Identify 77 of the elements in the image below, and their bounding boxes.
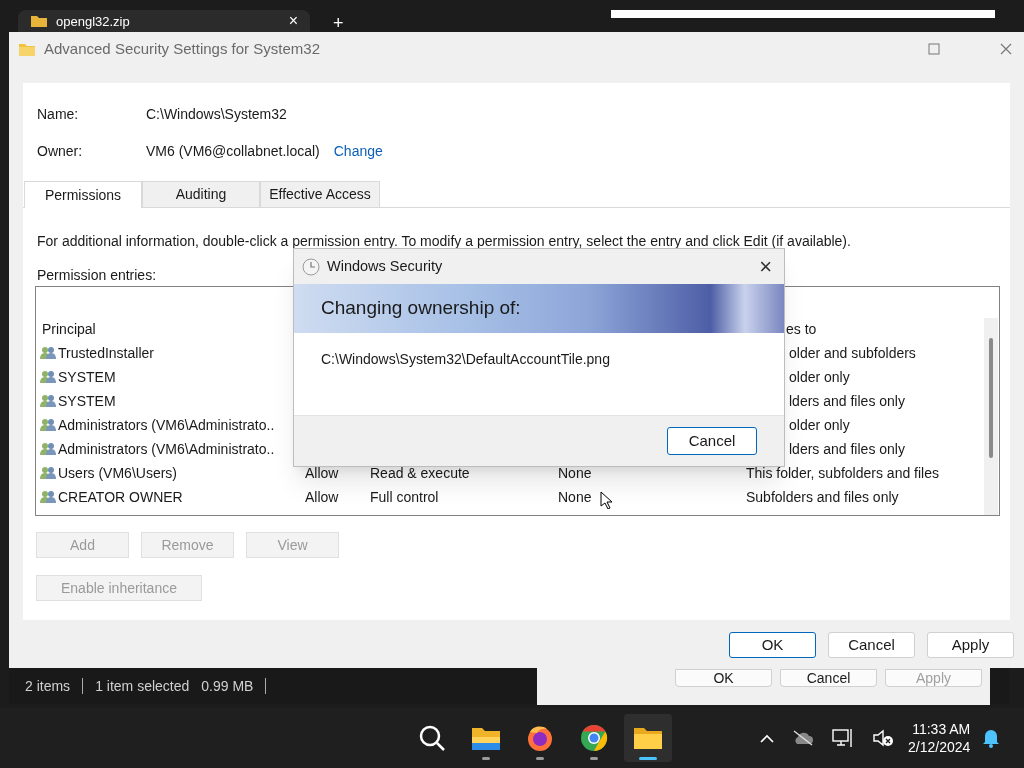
table-cell-text: older only (789, 415, 850, 435)
change-link[interactable]: Change (333, 140, 383, 162)
bell-icon (982, 728, 1001, 748)
tab-title: opengl32.zip (56, 14, 131, 28)
tab[interactable]: Effective Access (260, 181, 380, 207)
folder-icon (471, 725, 501, 751)
table-cell-text: older only (789, 367, 850, 387)
taskbar-app[interactable] (624, 714, 672, 762)
column-header: es to (786, 319, 817, 339)
close-icon (1000, 43, 1012, 55)
table-cell-text: lders and files only (789, 391, 905, 411)
field-label: Owner: (37, 141, 84, 161)
table-cell-text: SYSTEM (58, 391, 116, 411)
section-label: Permission entries: (37, 266, 157, 285)
table-cell-text: Administrators (VM6\Administrato.. (58, 439, 275, 459)
table-cell-text: CREATOR OWNER (58, 487, 183, 507)
table-cell-text: Subfolders and files only (746, 487, 899, 507)
clock-time: 11:33 AM (912, 720, 971, 738)
file-path: C:\Windows\System32\DefaultAccountTile.png (321, 351, 610, 367)
dialog-button[interactable]: OK (675, 669, 772, 687)
browser-icon (580, 724, 608, 752)
users-icon (40, 490, 56, 504)
scrollbar[interactable] (984, 318, 998, 515)
tab[interactable]: Permissions (24, 181, 142, 208)
table-cell: Allow (305, 464, 339, 481)
cloud-off-icon (792, 730, 814, 746)
browser-tab[interactable]: opengl32.zip × (18, 10, 310, 32)
folder-icon (18, 41, 36, 57)
footer-button[interactable]: Apply (927, 632, 1014, 658)
field-value: VM6 (VM6@collabnet.local) (146, 141, 320, 161)
new-tab-icon[interactable]: + (333, 14, 344, 32)
table-cell-text: SYSTEM (58, 367, 116, 387)
table-cell-text: lders and files only (789, 439, 905, 459)
footer-button[interactable]: OK (729, 632, 816, 658)
dialog-heading: Changing ownership of: (321, 296, 521, 321)
speaker-muted-icon (872, 728, 894, 748)
close-icon[interactable]: × (288, 13, 298, 29)
footer-button[interactable]: Cancel (828, 632, 915, 658)
status-text: 2 items (25, 676, 71, 696)
search-icon (418, 724, 446, 752)
status-text: 1 item selected (95, 676, 190, 696)
clock-icon (302, 257, 320, 276)
users-icon (40, 418, 56, 432)
column-header: Principal (41, 319, 97, 339)
tab[interactable]: Auditing (142, 181, 260, 207)
folder-icon (30, 14, 48, 28)
users-icon (40, 466, 56, 480)
table-cell: Allow (305, 488, 339, 505)
table-cell-text: This folder, subfolders and files (746, 463, 939, 483)
table-cell: Read & execute (370, 464, 470, 481)
table-cell-text: Users (VM6\Users) (58, 463, 177, 483)
field-value: C:\Windows\System32 (146, 104, 287, 124)
table-cell-text: older and subfolders (789, 343, 916, 363)
close-icon[interactable]: × (759, 255, 772, 278)
info-text: For additional information, double-click a permission entry. To modify a permission entry, select the entry and click Edit (if available). (37, 232, 851, 251)
dialog-button[interactable]: Cancel (780, 669, 877, 687)
field-label: Name: (37, 104, 80, 124)
maximize-icon (928, 43, 940, 55)
mouse-cursor-icon (600, 491, 612, 509)
users-icon (40, 442, 56, 456)
dialog-title: Windows Security (327, 256, 444, 276)
browser-icon (526, 724, 554, 752)
network-icon (832, 728, 854, 748)
users-icon (40, 394, 56, 408)
users-icon (40, 346, 56, 360)
clock-date: 2/12/2024 (908, 738, 971, 756)
users-icon (40, 370, 56, 384)
folder-icon (633, 726, 663, 750)
table-cell-text: Administrators (VM6\Administrato.. (58, 415, 275, 435)
table-cell: None (558, 488, 592, 505)
cancel-button[interactable]: Cancel (667, 427, 757, 455)
status-text: 0.99 MB (201, 676, 254, 696)
table-cell-text: TrustedInstaller (58, 343, 154, 363)
chevron-up-icon (760, 733, 774, 743)
table-cell: Full control (370, 488, 439, 505)
window-title: Advanced Security Settings for System32 (44, 38, 321, 59)
table-cell: None (558, 464, 592, 481)
